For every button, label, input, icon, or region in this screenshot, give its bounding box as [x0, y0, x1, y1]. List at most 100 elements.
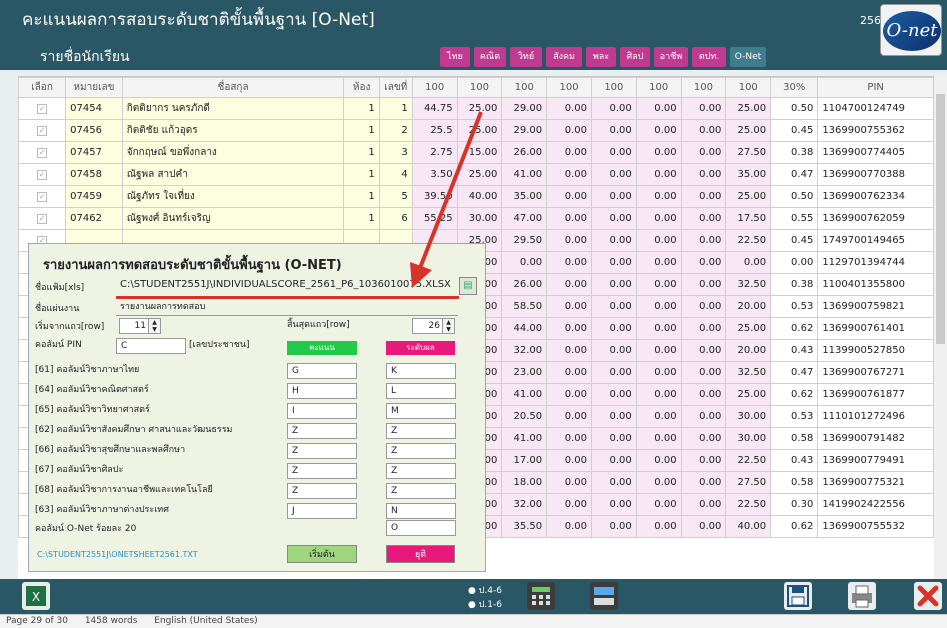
student-list-title: รายชื่อนักเรียน — [40, 49, 130, 65]
row-checkbox[interactable]: ✓ — [37, 126, 48, 136]
row-checkbox[interactable]: ✓ — [37, 148, 48, 158]
row-select-cell[interactable]: ✓ — [17, 207, 67, 230]
table-cell: 0.00 — [635, 97, 682, 120]
table-scrollbar[interactable] — [934, 76, 947, 579]
table-cell: 32.50 — [725, 361, 772, 384]
end-row-stepper[interactable]: 26 ▲ ▼ — [412, 318, 455, 334]
table-cell: 15.00 — [456, 141, 503, 164]
level-column-field[interactable]: Z — [386, 483, 456, 499]
table-cell: 1104700124749 — [817, 97, 934, 120]
table-cell: 0.00 — [546, 229, 592, 252]
table-cell: 39.50 — [411, 185, 458, 208]
level-column-field[interactable]: L — [386, 383, 456, 399]
table-row[interactable]: ✓ 07462 ณัฐพงศ์ อินทร์เจริญ 1 6 55.25 30.00 47.… — [17, 207, 934, 230]
row-checkbox[interactable]: ✓ — [37, 104, 48, 114]
table-cell: 0.00 — [590, 317, 637, 340]
subject-column-label: [62] คอลัมน์วิชาสังคมศึกษา ศาสนาและวัฒนธ… — [35, 425, 233, 435]
table-cell: 0.00 — [680, 295, 727, 318]
row-checkbox[interactable]: ✓ — [37, 192, 48, 202]
level-column-field[interactable]: Z — [386, 423, 456, 439]
onet-logo: O-net — [880, 4, 942, 56]
pin-hint: [เลขประชาชน] — [189, 340, 250, 350]
grade-4-6-radio[interactable]: ● ป.4-6 — [468, 583, 502, 597]
spin-arrows-icon[interactable]: ▲ ▼ — [148, 319, 160, 333]
table-row[interactable]: ✓ 07459 ณัฐภัทร ใจเที่ยง 1 5 39.50 40.00 35.00 0… — [17, 185, 934, 208]
table-cell: 0.00 — [635, 339, 682, 362]
table-cell: 0.00 — [680, 383, 727, 406]
onet-logo-mark: O-net — [883, 11, 941, 51]
table-cell: 22.50 — [725, 493, 772, 516]
level-column-field[interactable]: M — [386, 403, 456, 419]
table-cell: 0.00 — [546, 339, 592, 362]
row-select-cell[interactable]: ✓ — [17, 97, 67, 120]
table-cell: ณัฐพงศ์ อินทร์เจริญ — [121, 207, 345, 230]
table-cell: 32.00 — [501, 493, 548, 516]
sheet-name-field[interactable]: รายงานผลการทดสอบ — [116, 300, 458, 316]
table-cell: 0.00 — [546, 273, 592, 296]
row-select-cell[interactable]: ✓ — [17, 185, 67, 208]
table-cell: 0.00 — [770, 251, 819, 274]
grade-1-6-radio[interactable]: ● ป.1-6 — [468, 597, 502, 611]
table-cell: 2.75 — [411, 141, 458, 164]
row-checkbox[interactable]: ✓ — [37, 214, 48, 224]
table-cell: 0.38 — [770, 141, 819, 164]
table-row[interactable]: ✓ 07458 ณัฐพล สาปคำ 1 4 3.50 25.00 41.00 0.00 0.0… — [17, 163, 934, 186]
table-row[interactable]: ✓ 07457 จักกฤษณ์ ขอพึ่งกลาง 1 3 2.75 15.00 26.0… — [17, 141, 934, 164]
row-select-cell[interactable]: ✓ — [17, 119, 67, 142]
subject-column-label: [65] คอลัมน์วิชาวิทยาศาสตร์ — [35, 405, 150, 415]
spin-arrows-icon[interactable]: ▲ ▼ — [442, 319, 454, 333]
column-header: เลือก — [17, 77, 67, 98]
table-cell: 1369900755532 — [817, 515, 934, 538]
table-cell: 0.00 — [590, 229, 637, 252]
table-cell: 18.00 — [501, 471, 548, 494]
table-cell: 20.00 — [725, 295, 772, 318]
start-button[interactable]: เริ่มต้น — [287, 545, 357, 563]
subject-badge: พละ — [586, 47, 616, 67]
close-icon[interactable] — [914, 582, 942, 610]
score-column-field[interactable]: Z — [287, 463, 357, 479]
scoreboard-icon[interactable] — [590, 582, 618, 610]
table-cell: 0.00 — [635, 251, 682, 274]
score-column-field[interactable]: G — [287, 363, 357, 379]
score-column-field[interactable]: I — [287, 403, 357, 419]
table-cell: 0.00 — [546, 295, 592, 318]
table-cell: 1369900779491 — [817, 449, 934, 472]
score-column-field[interactable]: J — [287, 503, 357, 519]
level-column-field[interactable]: N — [386, 503, 456, 519]
subject-badge: คณิต — [474, 47, 506, 67]
subject-badge: O-Net — [730, 47, 766, 67]
bottom-toolbar: X ● ป.4-6 ● ป.1-6 — [0, 579, 947, 614]
excel-icon[interactable]: X — [22, 582, 50, 610]
level-column-field[interactable]: Z — [386, 463, 456, 479]
stop-button[interactable]: ยุติ — [386, 545, 455, 563]
score-column-field[interactable]: Z — [287, 443, 357, 459]
scrollbar-thumb[interactable] — [936, 94, 945, 344]
table-cell: ณัฐพล สาปคำ — [121, 163, 345, 186]
level-column-field[interactable]: K — [386, 363, 456, 379]
browse-file-button[interactable]: ▤ — [459, 277, 477, 295]
calculator-icon[interactable] — [527, 582, 555, 610]
table-cell: 25.00 — [725, 97, 772, 120]
start-row-stepper[interactable]: 11 ▲ ▼ — [119, 318, 161, 334]
table-cell: 4 — [378, 163, 413, 186]
table-row[interactable]: ✓ 07456 กิตติชัย แก้วอุดร 1 2 25.5 25.00 29.00 0… — [17, 119, 934, 142]
row-select-cell[interactable]: ✓ — [17, 163, 67, 186]
score-column-field[interactable]: H — [287, 383, 357, 399]
table-cell: 1749700149465 — [817, 229, 934, 252]
save-icon[interactable] — [784, 582, 812, 610]
row-checkbox[interactable]: ✓ — [37, 170, 48, 180]
score-column-field[interactable]: Z — [287, 483, 357, 499]
table-cell: 0.00 — [546, 471, 592, 494]
printer-icon[interactable] — [848, 582, 876, 610]
pin-column-field[interactable]: C — [116, 338, 186, 354]
row-select-cell[interactable]: ✓ — [17, 141, 67, 164]
table-cell: 0.55 — [770, 207, 819, 230]
onet-column-field[interactable]: O — [386, 520, 456, 536]
file-path-field[interactable]: C:\STUDENT2551J\INDIVIDUALSCORE_2561_P6_… — [116, 278, 458, 294]
table-cell: 30.00 — [456, 207, 503, 230]
level-column-field[interactable]: Z — [386, 443, 456, 459]
subject-badges: ไทย คณิต วิทย์ สังคม พละ ศิลป อาชีพ ตปท. O-Net — [440, 47, 766, 67]
language-indicator[interactable]: English (United States) — [154, 616, 257, 626]
score-column-field[interactable]: Z — [287, 423, 357, 439]
table-row[interactable]: ✓ 07454 กิตติยากร นครภักดี 1 1 44.75 25.00 29.0… — [17, 97, 934, 120]
